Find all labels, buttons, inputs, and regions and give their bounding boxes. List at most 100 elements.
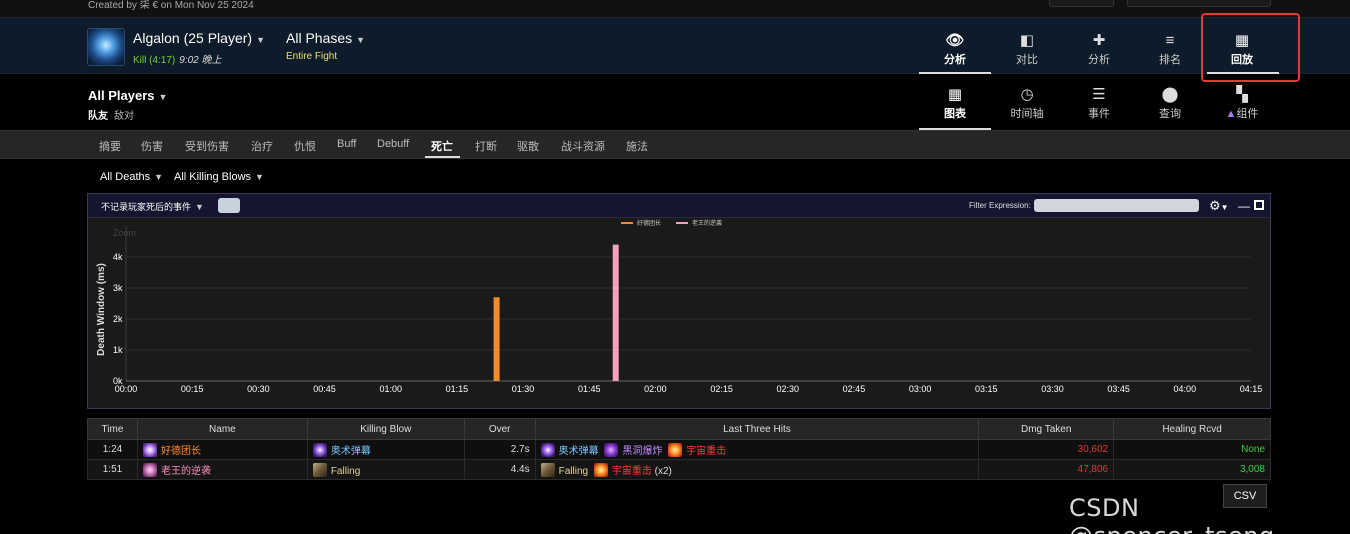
tab-healing[interactable]: 治疗 [251, 138, 273, 154]
falling-icon [312, 462, 327, 477]
chevron-down-icon: ▼ [154, 172, 164, 182]
pin-icon: ⬤ [1161, 86, 1179, 103]
cell-name[interactable]: 好德团长 [136, 439, 308, 460]
minimize-icon[interactable]: — [1238, 199, 1250, 213]
legend-label: 好德团长 [637, 219, 661, 227]
list-icon: ☰ [1092, 86, 1106, 103]
cell-dmg-taken: 30,602 [978, 439, 1115, 460]
col-killing-blow[interactable]: Killing Blow [306, 418, 465, 440]
col-dmg-taken[interactable]: Dmg Taken [978, 418, 1115, 440]
friendly-toggle[interactable]: 队友 [88, 111, 108, 122]
event-mode-select[interactable]: 不记录玩家死后的事件 ▼ [101, 200, 204, 213]
puzzle-icon: ✚ [1092, 32, 1106, 49]
view-widgets[interactable]: ▚ ▲组件 [1206, 86, 1278, 121]
x-tick-label: 01:15 [446, 384, 469, 394]
black-hole-icon [604, 443, 619, 457]
tab-dispels[interactable]: 驱散 [517, 138, 539, 154]
killing-blows-filter[interactable]: All Killing Blows ▼ [174, 171, 264, 183]
col-over[interactable]: Over [463, 418, 536, 440]
y-tick-label: 1k [113, 345, 123, 355]
death-bar [493, 297, 500, 381]
nav-rankings[interactable]: ≡ 排名 [1134, 32, 1206, 67]
priest-class-icon [142, 443, 157, 457]
tab-buffs[interactable]: Buff [337, 138, 356, 150]
tab-resources[interactable]: 战斗资源 [561, 138, 605, 154]
tab-debuffs[interactable]: Debuff [377, 138, 409, 150]
nav-compare[interactable]: ◧ 对比 [991, 32, 1063, 67]
y-tick-label: 3k [113, 283, 123, 293]
col-time[interactable]: Time [87, 418, 138, 440]
table-row[interactable]: 1:24 好德团长 奥术弹幕 2.7s 奥术弹幕 黑洞爆炸 宇宙重击 30,60… [87, 439, 1271, 460]
tab-damage-taken[interactable]: 受到伤害 [185, 138, 229, 154]
widgets-icon: ▚ [1236, 86, 1248, 103]
tab-interrupts[interactable]: 打断 [475, 138, 497, 154]
boss-selector[interactable]: Algalon (25 Player) ▼ [133, 30, 265, 46]
filter-expression-input[interactable] [1034, 199, 1199, 212]
view-chart[interactable]: ▦ 图表 [919, 86, 991, 121]
top-button-right[interactable] [1127, 0, 1271, 7]
tab-bar: 摘要 伤害 受到伤害 治疗 仇恨 Buff Debuff 死亡 打断 驱散 战斗… [0, 130, 1350, 159]
zoom-label: Zoom [113, 228, 136, 238]
death-bar [612, 244, 619, 381]
view-timeline[interactable]: ◷ 时间轴 [991, 86, 1063, 121]
gear-icon[interactable]: ⚙▼ [1209, 198, 1229, 214]
x-tick-label: 01:00 [379, 384, 402, 394]
compare-icon: ◧ [1019, 32, 1035, 49]
cosmic-smash-icon [593, 463, 608, 477]
cell-dmg-taken: 47,806 [978, 459, 1115, 480]
col-name[interactable]: Name [136, 418, 308, 440]
x-tick-label: 01:45 [578, 384, 601, 394]
tab-deaths[interactable]: 死亡 [431, 138, 453, 154]
cell-healing: 3,008 [1113, 459, 1271, 480]
filter-expression-label: Filter Expression: [969, 201, 1031, 210]
view-events[interactable]: ☰ 事件 [1063, 86, 1135, 121]
x-tick-label: 00:30 [247, 384, 270, 394]
active-tab-underline [425, 156, 460, 158]
tab-damage-done[interactable]: 伤害 [141, 138, 163, 154]
tab-threat[interactable]: 仇恨 [294, 138, 316, 154]
cell-healing: None [1113, 439, 1271, 460]
y-tick-label: 2k [113, 314, 123, 324]
chevron-down-icon: ▼ [356, 35, 366, 45]
clock-icon: ◷ [1020, 86, 1034, 103]
col-last-hits[interactable]: Last Three Hits [534, 418, 980, 440]
toggle-box[interactable] [218, 198, 240, 213]
enemy-toggle[interactable]: 敌对 [114, 111, 134, 122]
player-selector[interactable]: All Players ▼ [88, 88, 167, 103]
tab-casts[interactable]: 施法 [626, 138, 648, 154]
table-row[interactable]: 1:51 老王的逆袭 Falling 4.4s Falling 宇宙重击 (x2… [87, 459, 1271, 480]
arcane-barrage-icon [312, 443, 327, 457]
deaths-table: Time Name Killing Blow Over Last Three H… [87, 418, 1271, 480]
nav-analyze[interactable]: 👁 分析 [919, 32, 991, 67]
x-tick-label: 00:45 [313, 384, 336, 394]
nav-analyze-2[interactable]: ✚ 分析 [1063, 32, 1135, 67]
deaths-filter[interactable]: All Deaths ▼ [100, 171, 163, 183]
cell-last-hits: Falling 宇宙重击 (x2) [534, 459, 980, 480]
cell-name[interactable]: 老王的逆袭 [136, 459, 308, 480]
x-tick-label: 03:15 [975, 384, 998, 394]
x-tick-label: 02:15 [710, 384, 733, 394]
hostility-switch: 队友 敌对 [88, 107, 134, 122]
top-strip: Created by 柒 € on Mon Nov 25 2024 [0, 0, 1350, 17]
created-by-text: Created by 柒 € on Mon Nov 25 2024 [88, 0, 254, 11]
falling-icon [540, 463, 555, 477]
top-button-left[interactable] [1049, 0, 1114, 7]
table-header-row: Time Name Killing Blow Over Last Three H… [87, 418, 1271, 440]
legend-label: 老王的逆袭 [692, 219, 722, 227]
cell-killing-blow[interactable]: 奥术弹幕 [306, 439, 465, 460]
cell-over: 2.7s [463, 439, 536, 460]
cell-over: 4.4s [463, 459, 536, 480]
cell-killing-blow[interactable]: Falling [306, 459, 465, 480]
boss-icon [87, 28, 125, 66]
y-tick-label: 4k [113, 252, 123, 262]
view-query[interactable]: ⬤ 查询 [1134, 86, 1206, 121]
cell-last-hits: 奥术弹幕 黑洞爆炸 宇宙重击 [534, 439, 980, 460]
maximize-icon[interactable] [1254, 200, 1264, 210]
x-tick-label: 00:15 [181, 384, 204, 394]
phase-selector[interactable]: All Phases ▼ [286, 30, 365, 46]
chart-toolbar: 不记录玩家死后的事件 ▼ Filter Expression: ⚙▼ — [88, 194, 1270, 218]
chart-panel: 不记录玩家死后的事件 ▼ Filter Expression: ⚙▼ — 0k 1k… [87, 193, 1271, 409]
tab-summary[interactable]: 摘要 [99, 138, 121, 154]
col-healing[interactable]: Healing Rcvd [1113, 418, 1271, 440]
x-tick-label: 00:00 [115, 384, 138, 394]
